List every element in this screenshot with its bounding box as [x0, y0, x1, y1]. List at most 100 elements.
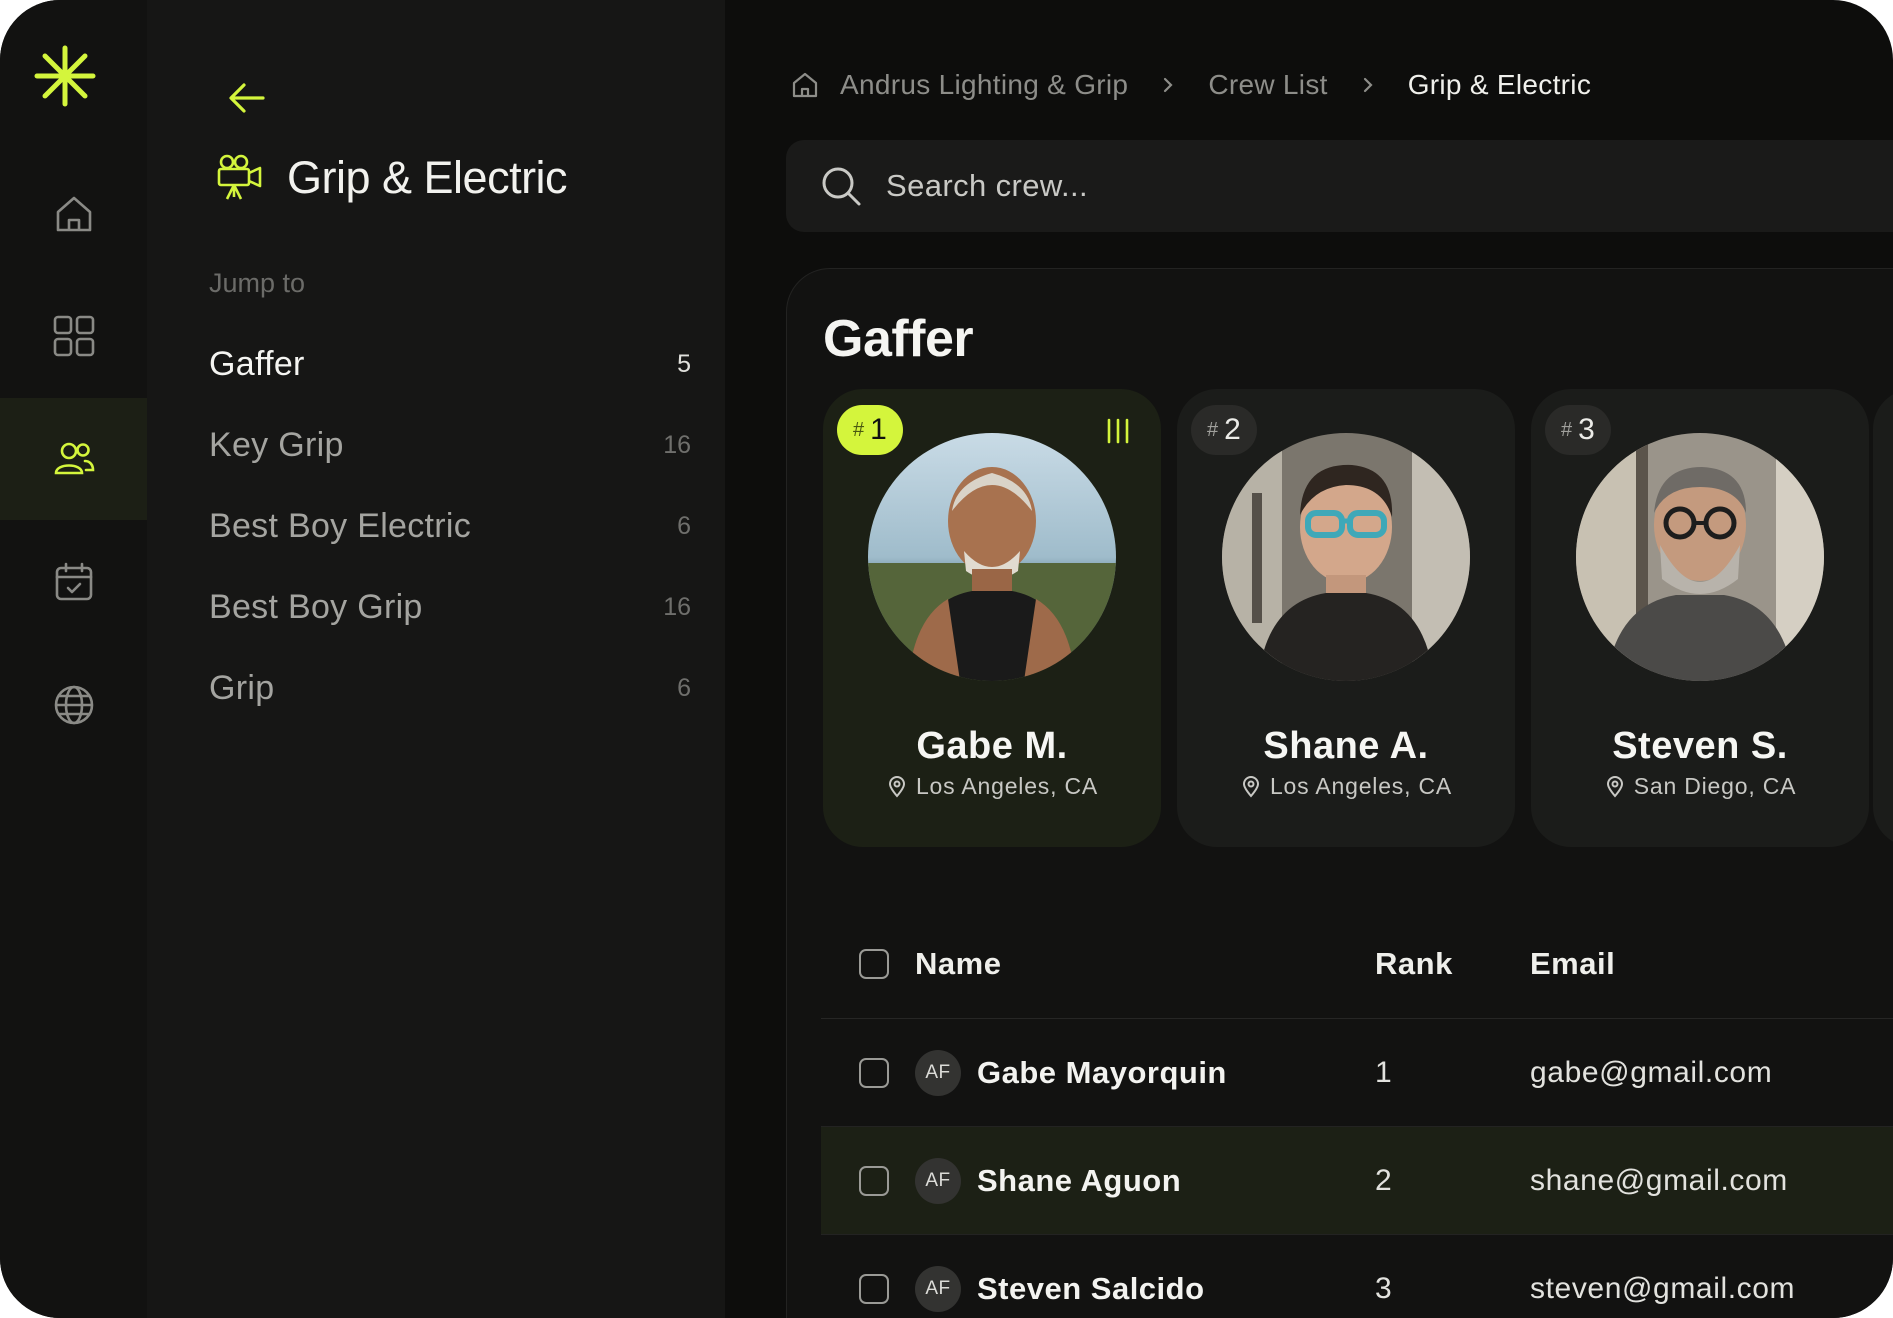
crew-location-text: San Diego, CA: [1633, 773, 1797, 799]
row-checkbox[interactable]: [859, 1057, 889, 1088]
jump-item-count: 16: [663, 431, 691, 459]
rank-number: 1: [870, 413, 887, 446]
rail-schedule[interactable]: [0, 521, 147, 643]
breadcrumb: Andrus Lighting & Grip Crew List Grip & …: [790, 64, 1591, 106]
section-title: Gaffer: [823, 310, 974, 368]
cell-email: steven@gmail.com: [1530, 1271, 1796, 1305]
calendar-check-icon: [55, 562, 92, 601]
crew-location: Los Angeles, CA: [1177, 773, 1515, 800]
grid-icon: [53, 315, 94, 357]
crew-section: Gaffer # 1 Gabe M. Los Angeles, CA # 2 S…: [786, 268, 1893, 1318]
cell-email: shane@gmail.com: [1530, 1163, 1788, 1197]
jump-item-label: Grip: [209, 669, 275, 707]
row-checkbox[interactable]: [859, 1273, 889, 1304]
crew-full-name: Steven Salcido: [977, 1270, 1205, 1306]
chevron-right-icon: [1363, 77, 1373, 93]
rail-dashboard[interactable]: [0, 275, 147, 397]
crew-table: Name Rank Email AF Gabe Mayorquin 1 gabe…: [821, 909, 1893, 1318]
home-icon[interactable]: [790, 70, 820, 100]
select-all-checkbox[interactable]: [859, 948, 889, 979]
breadcrumb-current: Grip & Electric: [1407, 69, 1592, 100]
search-input[interactable]: [886, 168, 1586, 204]
crew-name: Gabe M.: [916, 725, 1068, 767]
table-row[interactable]: AF Gabe Mayorquin 1 gabe@gmail.com: [821, 1019, 1893, 1127]
table-row[interactable]: AF Steven Salcido 3 steven@gmail.com: [821, 1235, 1893, 1318]
avatar: AF: [915, 1049, 961, 1096]
crew-name: Steven S.: [1612, 725, 1788, 767]
jump-item-label: Best Boy Grip: [209, 588, 423, 626]
rank-badge: # 1: [837, 405, 903, 455]
jump-item-count: 16: [663, 593, 691, 621]
search-bar: [786, 140, 1893, 232]
crew-full-name: Gabe Mayorquin: [977, 1054, 1227, 1090]
rank-number: 3: [1578, 413, 1595, 446]
back-button[interactable]: [227, 76, 283, 120]
rank-number: 2: [1224, 413, 1241, 446]
home-icon: [56, 196, 91, 232]
cell-email: gabe@gmail.com: [1530, 1055, 1773, 1089]
arrow-left-icon: [229, 83, 265, 113]
jump-item-grip[interactable]: Grip 6: [209, 648, 697, 729]
jump-item-count: 6: [677, 512, 691, 540]
rank-hash: #: [1207, 418, 1219, 441]
jump-to-label: Jump to: [209, 268, 306, 298]
cell-name: AF Gabe Mayorquin: [915, 1049, 1375, 1096]
crew-card[interactable]: # 2 Shane A. Los Angeles, CA: [1177, 389, 1515, 847]
crew-photo: [868, 433, 1116, 681]
globe-icon: [54, 685, 93, 725]
crew-location-text: Los Angeles, CA: [915, 773, 1099, 799]
rank-badge: # 3: [1545, 405, 1611, 455]
crew-photo: [1222, 433, 1470, 681]
jump-item-count: 5: [677, 350, 691, 378]
icon-rail: [0, 0, 147, 1318]
rail-home[interactable]: [0, 153, 147, 275]
panel-title-text: Grip & Electric: [287, 152, 568, 203]
cell-rank: 2: [1375, 1163, 1393, 1197]
asterisk-logo-icon: [34, 45, 96, 107]
jump-item-label: Key Grip: [209, 426, 344, 464]
column-header-email[interactable]: Email: [1530, 946, 1893, 982]
rank-hash: #: [853, 418, 865, 441]
crew-card-partial[interactable]: [1873, 389, 1893, 847]
breadcrumb-item[interactable]: Crew List: [1208, 69, 1327, 101]
crew-card[interactable]: # 3 Steven S. San Diego, CA: [1531, 389, 1869, 847]
crew-location: San Diego, CA: [1531, 773, 1869, 800]
jump-item-gaffer[interactable]: Gaffer 5: [209, 324, 697, 405]
jump-item-best-boy-grip[interactable]: Best Boy Grip 16: [209, 567, 697, 648]
search-icon: [822, 167, 861, 206]
rank-hash: #: [1561, 418, 1573, 441]
rail-global[interactable]: [0, 644, 147, 766]
location-pin-icon: [1242, 775, 1259, 798]
crew-location: Los Angeles, CA: [823, 773, 1161, 800]
avatar: AF: [915, 1265, 961, 1312]
movie-camera-icon: [217, 154, 262, 200]
jump-item-best-boy-electric[interactable]: Best Boy Electric 6: [209, 486, 697, 567]
chevron-right-icon: [1164, 77, 1173, 93]
row-checkbox[interactable]: [859, 1165, 889, 1196]
location-pin-icon: [1606, 775, 1623, 798]
column-header-rank[interactable]: Rank: [1375, 946, 1530, 982]
avatar: AF: [915, 1157, 961, 1204]
cell-name: AF Shane Aguon: [915, 1157, 1375, 1204]
cell-rank: 1: [1375, 1055, 1393, 1089]
panel-title: Grip & Electric: [215, 152, 568, 204]
cell-rank: 3: [1375, 1271, 1393, 1305]
table-header: Name Rank Email: [821, 909, 1893, 1019]
breadcrumb-item[interactable]: Andrus Lighting & Grip: [840, 69, 1128, 101]
jump-item-key-grip[interactable]: Key Grip 16: [209, 405, 697, 486]
location-pin-icon: [888, 775, 905, 798]
rail-crew[interactable]: [0, 398, 147, 520]
jump-panel: Grip & Electric Jump to Gaffer 5 Key Gri…: [147, 0, 725, 1318]
users-icon: [54, 442, 94, 475]
crew-photo: [1576, 433, 1824, 681]
jump-item-count: 6: [677, 674, 691, 702]
cell-name: AF Steven Salcido: [915, 1265, 1375, 1312]
drag-handle-icon[interactable]: [1105, 417, 1131, 445]
crew-full-name: Shane Aguon: [977, 1162, 1182, 1198]
rank-badge: # 2: [1191, 405, 1257, 455]
crew-location-text: Los Angeles, CA: [1269, 773, 1453, 799]
table-row[interactable]: AF Shane Aguon 2 shane@gmail.com: [821, 1127, 1893, 1235]
column-header-name[interactable]: Name: [915, 946, 1375, 982]
crew-name: Shane A.: [1263, 725, 1429, 767]
crew-card[interactable]: # 1 Gabe M. Los Angeles, CA: [823, 389, 1161, 847]
